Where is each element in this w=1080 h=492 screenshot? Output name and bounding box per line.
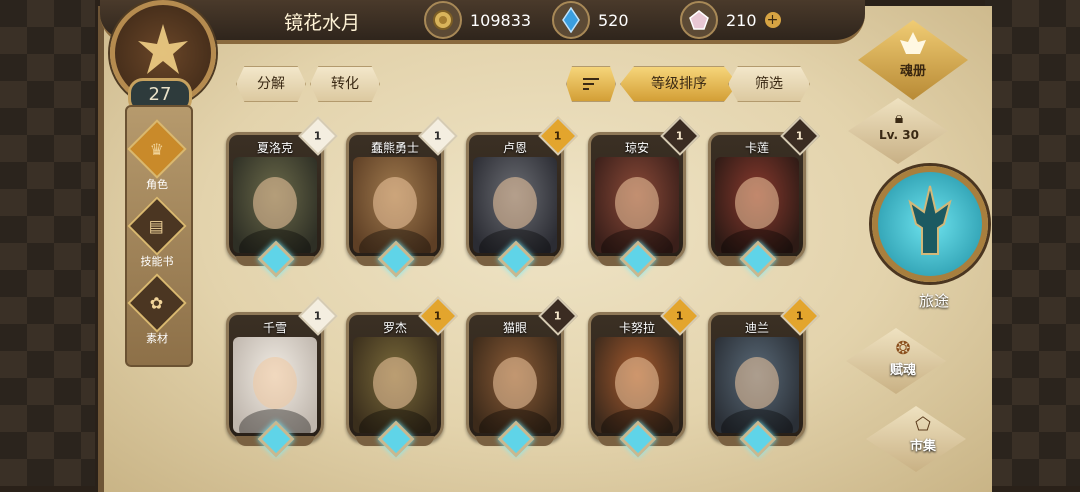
helmet-icon: ♛ [127, 119, 187, 179]
level-badge-value: 1 [676, 129, 684, 143]
gem-value: 210 [726, 10, 757, 30]
decompose-button[interactable]: 分解 [236, 66, 306, 102]
add-gem-button[interactable]: + [764, 12, 781, 28]
character-portrait [595, 337, 679, 433]
portrait-silhouette [601, 357, 673, 433]
sort-lines-icon [583, 78, 599, 90]
pink-gem-icon [680, 1, 718, 39]
convert-button[interactable]: 转化 [310, 66, 380, 102]
character-portrait [473, 337, 557, 433]
level-badge-value: 1 [554, 309, 562, 323]
portrait-silhouette [239, 357, 311, 433]
soul-gift-wrap: ❂ 赋魂 [876, 338, 930, 378]
level-badge-value: 1 [554, 129, 562, 143]
crystal-value: 520 [598, 10, 629, 30]
level-badge-value: 1 [796, 129, 804, 143]
blue-crystal-icon [552, 1, 590, 39]
level-badge-value: 1 [434, 309, 442, 323]
gold-coin-icon [424, 1, 462, 39]
pentagon-gem-icon: ⬠ [915, 414, 931, 435]
portrait-silhouette [239, 177, 311, 253]
character-card[interactable]: 夏洛克 1 [226, 116, 338, 278]
level-badge-value: 1 [434, 129, 442, 143]
character-portrait [233, 157, 317, 253]
skill-book-icon: ▤ [127, 196, 187, 256]
crystal-resource[interactable]: 520 [552, 1, 629, 39]
locked-level-label: Lv. 30 [879, 128, 919, 142]
character-card[interactable]: 琼安 1 [588, 116, 700, 278]
portrait-silhouette [721, 357, 793, 433]
character-portrait [353, 157, 437, 253]
locked-feature-wrap: 🔒︎ Lv. 30 [872, 108, 926, 142]
menu-item-characters[interactable]: ♛ 角色 [127, 119, 187, 192]
flame-swirl-icon: ❂ [895, 338, 911, 359]
market-label: 市集 [909, 439, 936, 454]
gold-value: 109833 [470, 10, 532, 30]
menu-item-skill-book[interactable]: ▤ 技能书 [127, 196, 187, 269]
level-badge-value: 1 [314, 129, 322, 143]
level-badge-value: 1 [676, 309, 684, 323]
page-title: 镜花水月 [284, 12, 361, 34]
portrait-silhouette [359, 357, 431, 433]
level-badge-value: 1 [796, 309, 804, 323]
journey-button[interactable] [872, 166, 988, 282]
level-sort-button[interactable]: 等级排序 [620, 66, 738, 102]
portrait-silhouette [479, 177, 551, 253]
sort-order-button[interactable] [566, 66, 616, 102]
material-icon: ✿ [127, 273, 187, 333]
right-decor-panel [985, 0, 1080, 486]
market-wrap: ⬠ 市集 [896, 414, 950, 454]
character-portrait [473, 157, 557, 253]
character-card[interactable]: 千雪 1 [226, 296, 338, 458]
gold-resource[interactable]: 109833 [424, 1, 532, 39]
filter-button[interactable]: 筛选 [728, 66, 810, 102]
character-card[interactable]: 罗杰 1 [346, 296, 458, 458]
portrait-silhouette [721, 177, 793, 253]
lock-icon: 🔒︎ [894, 108, 904, 127]
soul-book-label: 魂册 [899, 64, 926, 79]
character-portrait [715, 157, 799, 253]
soul-crest-icon [900, 32, 926, 54]
character-portrait [595, 157, 679, 253]
character-card[interactable]: 卢恩 1 [466, 116, 578, 278]
left-decor-panel [0, 0, 95, 486]
soul-book-label-wrap: 魂册 [896, 30, 930, 79]
level-badge-value: 1 [314, 309, 322, 323]
trident-icon [908, 185, 952, 255]
crest-icon [138, 24, 188, 74]
character-portrait [233, 337, 317, 433]
character-card[interactable]: 蠢熊勇士 1 [346, 116, 458, 278]
portrait-silhouette [359, 177, 431, 253]
character-card[interactable]: 卡努拉 1 [588, 296, 700, 458]
soul-gift-label: 赋魂 [889, 363, 916, 378]
menu-item-materials[interactable]: ✿ 素材 [127, 273, 187, 346]
gem-resource[interactable]: 210 + [680, 1, 781, 39]
character-card[interactable]: 猫眼 1 [466, 296, 578, 458]
character-card[interactable]: 迪兰 1 [708, 296, 820, 458]
character-portrait [353, 337, 437, 433]
character-portrait [715, 337, 799, 433]
character-card[interactable]: 卡莲 1 [708, 116, 820, 278]
portrait-silhouette [479, 357, 551, 433]
portrait-silhouette [601, 177, 673, 253]
journey-label: 旅途 [918, 292, 949, 310]
